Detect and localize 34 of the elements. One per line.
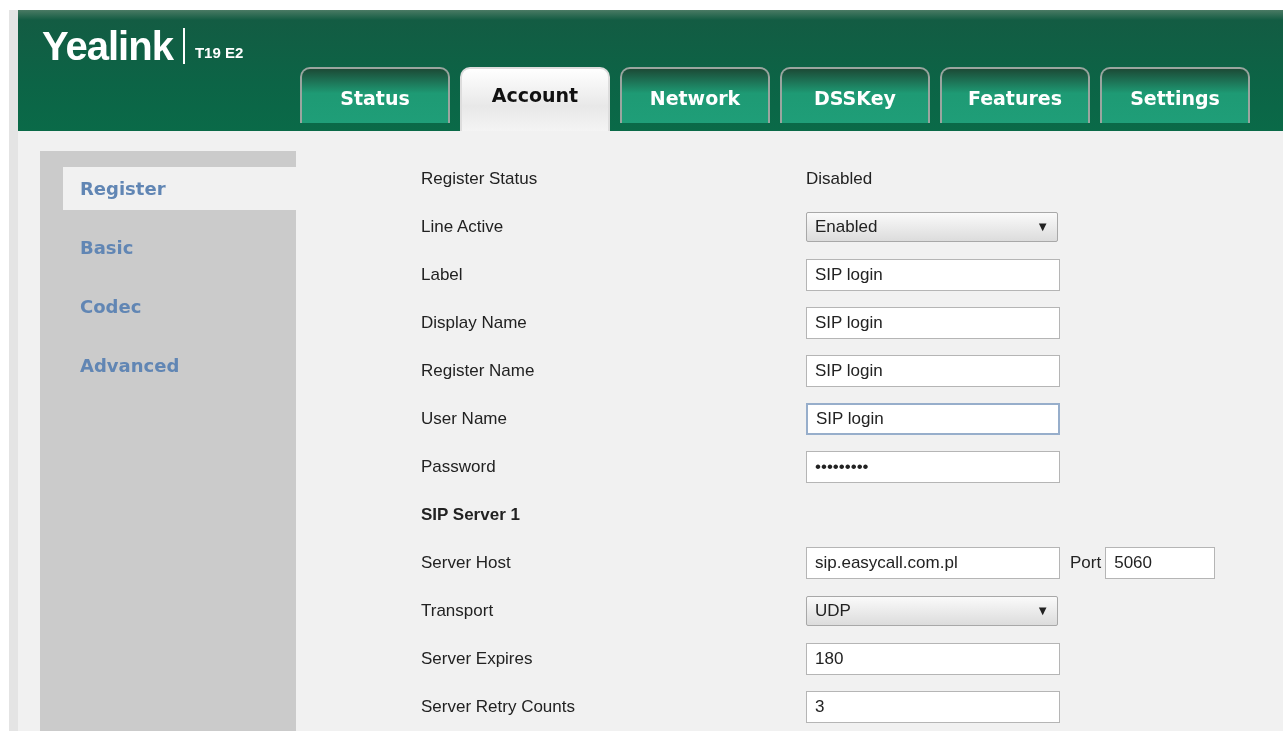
field-label: Transport xyxy=(421,600,495,623)
field-label: Register Status xyxy=(421,168,539,191)
dropdown[interactable]: UDP ▼ xyxy=(806,596,1058,626)
nav-tab[interactable]: Network xyxy=(620,67,770,123)
field-label: User Name xyxy=(421,408,508,431)
model-label: T19 E2 xyxy=(194,42,244,63)
field-label: Server Host xyxy=(421,552,512,575)
input-field[interactable]: SIP login xyxy=(806,355,1060,387)
nav-tab[interactable]: Settings xyxy=(1100,67,1250,123)
field-label: Register Name xyxy=(421,360,536,383)
field-label: Server Retry Counts xyxy=(421,696,576,719)
input-field[interactable]: 3 xyxy=(806,691,1060,723)
field-label: Password xyxy=(421,456,497,479)
field-label: Line Active xyxy=(421,216,505,239)
input-field[interactable]: 5060 xyxy=(1105,547,1216,579)
nav-tab[interactable]: Features xyxy=(940,67,1090,123)
nav-tab[interactable]: Account xyxy=(460,67,610,131)
logo-divider xyxy=(182,28,185,64)
input-field[interactable]: 180 xyxy=(806,643,1060,675)
input-field[interactable]: sip.easycall.com.pl xyxy=(806,547,1060,579)
input-field[interactable]: SIP login xyxy=(806,259,1060,291)
nav-tab[interactable]: Status xyxy=(300,67,450,123)
logo: Yealink xyxy=(42,24,173,68)
dropdown[interactable]: Enabled ▼ xyxy=(806,212,1058,242)
field-label: Server Expires xyxy=(421,648,534,671)
nav-tab[interactable]: DSSKey xyxy=(780,67,930,123)
input-field[interactable]: SIP login xyxy=(806,307,1060,339)
input-field[interactable]: SIP login xyxy=(806,403,1060,435)
field-label: Display Name xyxy=(421,312,528,335)
field-label: Port xyxy=(1070,552,1102,575)
field-value: Disabled xyxy=(806,168,873,191)
section-heading: SIP Server 1 xyxy=(421,504,521,527)
field-label: Label xyxy=(421,264,464,287)
input-field[interactable]: ••••••••• xyxy=(806,451,1060,483)
